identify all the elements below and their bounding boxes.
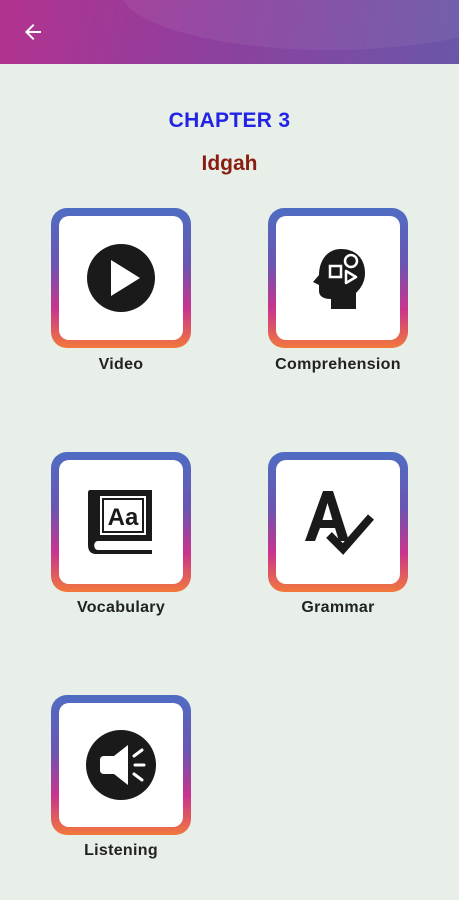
lesson-title: Idgah — [201, 152, 258, 175]
head-shapes-icon — [313, 249, 365, 309]
svg-text:Aa: Aa — [108, 504, 139, 531]
comprehension-tile[interactable] — [268, 208, 408, 348]
listening-tile[interactable] — [51, 695, 191, 835]
play-icon — [87, 244, 155, 312]
arrow-left-icon — [25, 24, 41, 40]
listening-label: Listening — [84, 842, 158, 859]
grammar-tile[interactable] — [268, 452, 408, 592]
vocabulary-tile[interactable]: Aa — [51, 452, 191, 592]
back-button[interactable] — [14, 14, 52, 50]
dictionary-book-icon: Aa — [88, 490, 152, 554]
speaker-icon — [86, 730, 156, 800]
video-label: Video — [98, 356, 144, 373]
comprehension-label: Comprehension — [275, 356, 401, 373]
app-bar — [0, 0, 459, 64]
video-tile[interactable] — [51, 208, 191, 348]
vocabulary-label: Vocabulary — [76, 599, 166, 616]
chapter-title: CHAPTER 3 — [168, 109, 291, 132]
spell-check-icon — [305, 491, 375, 555]
grammar-label: Grammar — [301, 599, 375, 616]
